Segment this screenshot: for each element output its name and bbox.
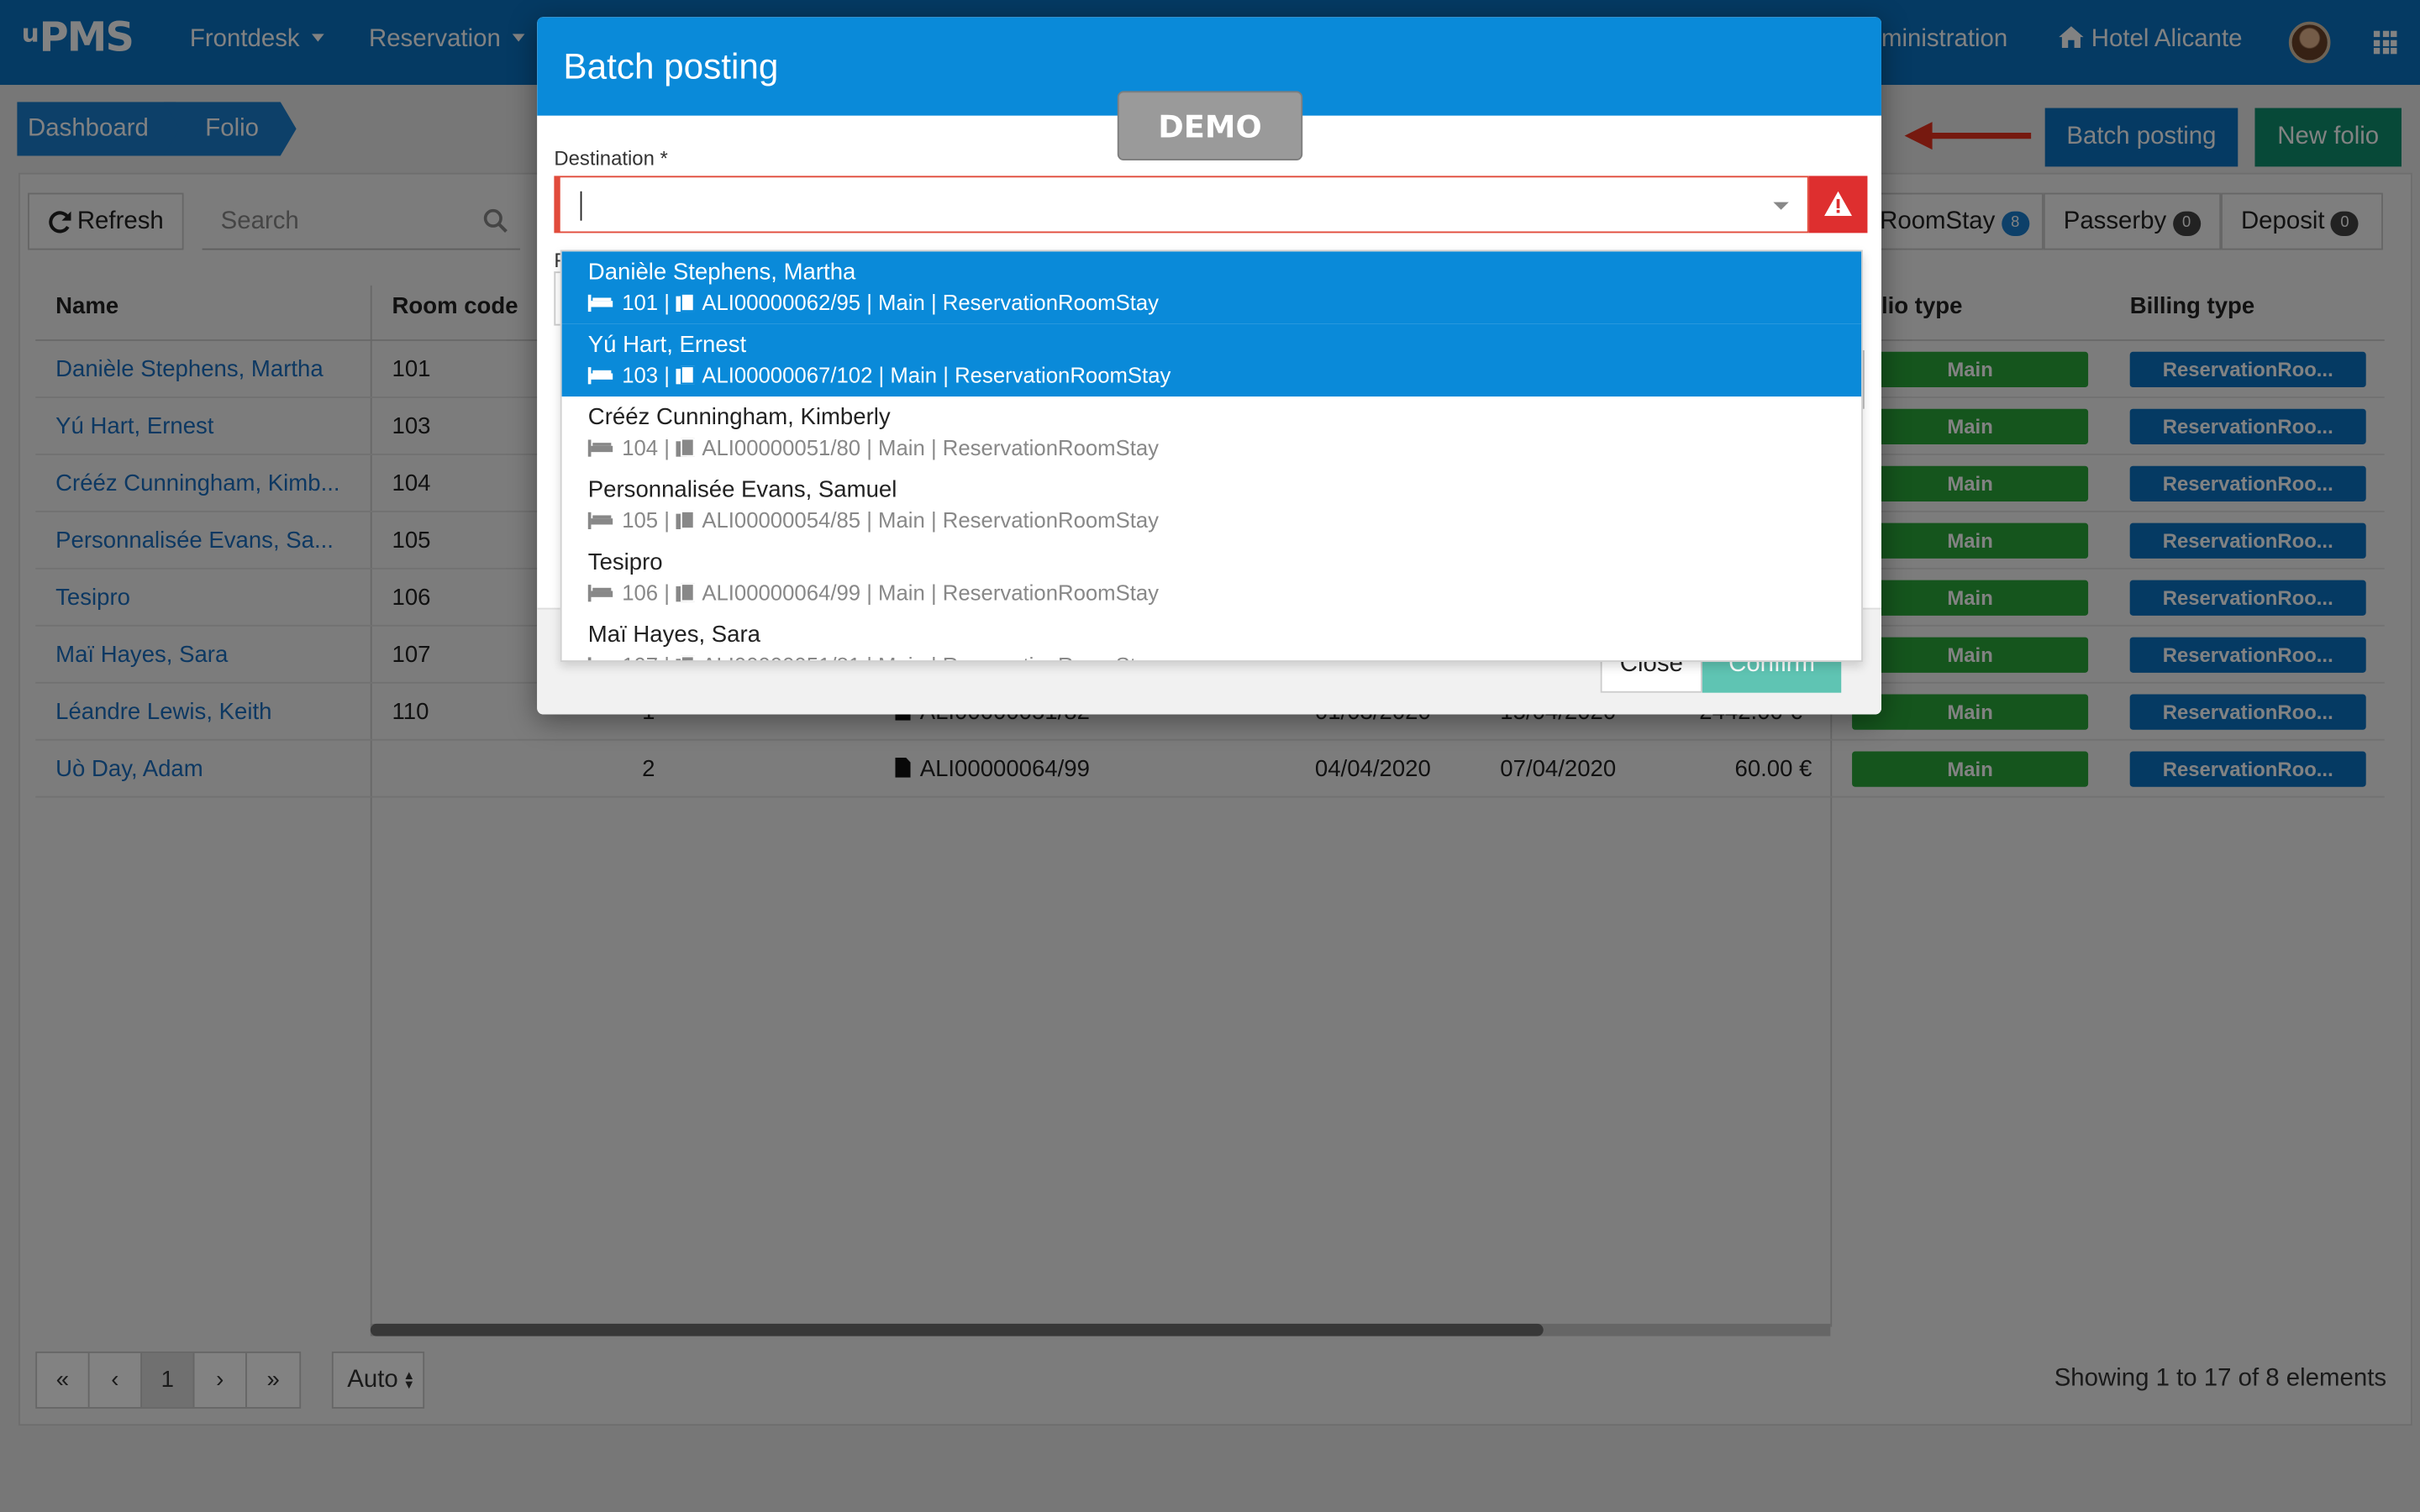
- files-icon: [676, 365, 695, 385]
- option-details: 105 | ALI00000054/85 | Main | Reservatio…: [587, 507, 1159, 533]
- files-icon: [676, 292, 695, 312]
- warning-icon: [1824, 191, 1853, 217]
- option-name: Yú Hart, Ernest: [587, 331, 747, 359]
- dropdown-option[interactable]: Tesipro 106 | ALI00000064/99 | Main | Re…: [562, 542, 1862, 614]
- files-icon: [676, 510, 695, 530]
- bed-icon: [587, 439, 613, 457]
- bed-icon: [587, 657, 613, 661]
- bed-icon: [587, 294, 613, 312]
- option-name: Danièle Stephens, Martha: [587, 259, 856, 286]
- dropdown-option[interactable]: Personnalisée Evans, Samuel 105 | ALI000…: [562, 469, 1862, 541]
- files-icon: [676, 655, 695, 661]
- destination-dropdown: Danièle Stephens, Martha 101 | ALI000000…: [560, 249, 1863, 662]
- validation-error-indicator: [1808, 176, 1868, 234]
- option-details: 106 | ALI00000064/99 | Main | Reservatio…: [587, 580, 1159, 605]
- bed-icon: [587, 367, 613, 385]
- option-details: 101 | ALI00000062/95 | Main | Reservatio…: [587, 290, 1159, 315]
- option-details: 107 | ALI00000051/81 | Main | Reservatio…: [587, 653, 1159, 661]
- option-name: Maï Hayes, Sara: [587, 622, 760, 648]
- dropdown-option[interactable]: Yú Hart, Ernest 103 | ALI00000067/102 | …: [561, 323, 1862, 397]
- option-name: Crééz Cunningham, Kimberly: [587, 404, 891, 431]
- demo-watermark: DEMO: [1117, 91, 1303, 161]
- chevron-down-icon[interactable]: [1773, 202, 1789, 210]
- text-cursor: [580, 191, 582, 221]
- option-details: 104 | ALI00000051/80 | Main | Reservatio…: [587, 435, 1159, 459]
- dropdown-option[interactable]: Danièle Stephens, Martha 101 | ALI000000…: [561, 251, 1862, 324]
- bed-icon: [587, 585, 613, 602]
- dropdown-option[interactable]: Maï Hayes, Sara 107 | ALI00000051/81 | M…: [562, 614, 1862, 661]
- option-name: Tesipro: [587, 549, 663, 576]
- option-name: Personnalisée Evans, Samuel: [587, 476, 897, 503]
- destination-select[interactable]: [554, 176, 1809, 234]
- dropdown-option[interactable]: Crééz Cunningham, Kimberly 104 | ALI0000…: [562, 396, 1862, 469]
- files-icon: [676, 583, 695, 602]
- bed-icon: [587, 512, 613, 530]
- files-icon: [676, 438, 695, 457]
- batch-posting-modal: Batch posting F Close Confirm Destinatio…: [537, 17, 1881, 715]
- option-details: 103 | ALI00000067/102 | Main | Reservati…: [587, 363, 1171, 387]
- destination-label: Destination *: [554, 146, 668, 171]
